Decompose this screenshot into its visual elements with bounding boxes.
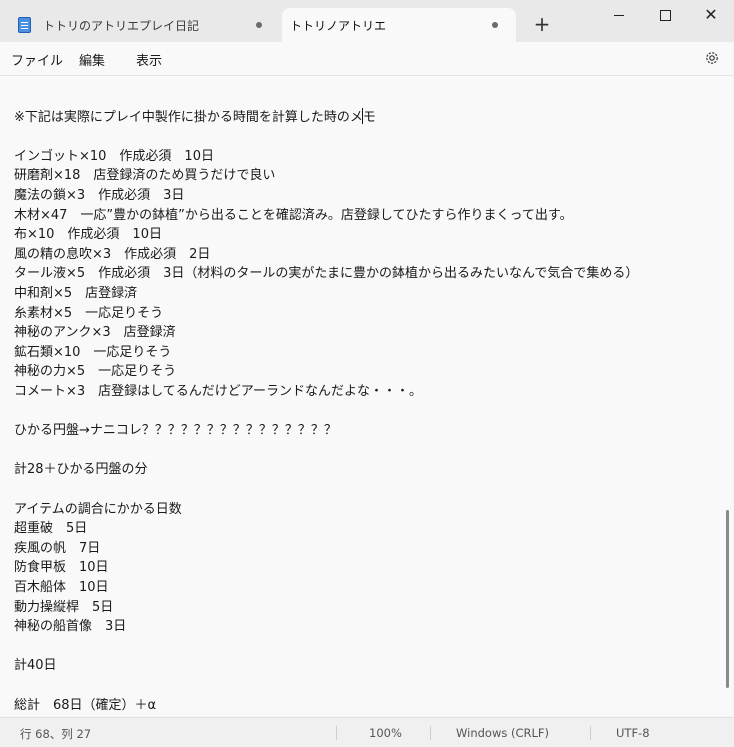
menu-file[interactable]: ファイル — [11, 50, 63, 69]
status-divider — [430, 726, 431, 740]
unsaved-indicator[interactable] — [492, 22, 498, 28]
maximize-button[interactable] — [642, 0, 688, 30]
close-icon: ✕ — [704, 5, 718, 24]
text-line: 超重破 5日 — [14, 521, 88, 537]
tab-atelier[interactable]: トトリノアトリエ — [282, 8, 516, 42]
text-line: 糸素材×5 一応足りそう — [14, 305, 164, 321]
menu-view[interactable]: 表示 — [136, 50, 162, 69]
text-line: 神秘の力×5 一応足りそう — [14, 364, 177, 380]
settings-button[interactable] — [704, 50, 720, 66]
title-bar: トトリのアトリエプレイ日記 トトリノアトリエ + ✕ — [0, 0, 734, 42]
close-button[interactable]: ✕ — [688, 0, 734, 30]
text-line: 防食甲板 10日 — [14, 560, 109, 576]
text-line: 計28＋ひかる円盤の分 — [14, 462, 148, 478]
text-editor[interactable]: ※下記は実際にプレイ中製作に掛かる時間を計算した時のメモ インゴット×10 作成必… — [0, 76, 734, 716]
menu-edit[interactable]: 編集 — [79, 50, 105, 69]
status-divider — [590, 726, 591, 740]
text-line: 計40日 — [14, 658, 57, 674]
text-line: 風の精の息吹×3 作成必須 2日 — [14, 246, 211, 262]
cursor-position: 行 68、列 27 — [20, 727, 92, 741]
zoom-level[interactable]: 100% — [369, 726, 402, 740]
text-line: 神秘の船首像 3日 — [14, 619, 127, 635]
minimize-icon — [614, 14, 624, 16]
text-line: アイテムの調合にかかる日数 — [14, 501, 182, 517]
text-line: 総計 68日（確定）＋α — [14, 697, 157, 713]
tab-title: トトリのアトリエプレイ日記 — [43, 18, 200, 33]
text-line: 疾風の帆 7日 — [14, 540, 101, 556]
text-line: 鉱石類×10 一応足りそう — [14, 344, 172, 360]
maximize-icon — [659, 9, 671, 21]
unsaved-indicator[interactable] — [256, 22, 262, 28]
encoding[interactable]: UTF-8 — [616, 726, 650, 740]
text-line: 研磨剤×18 店登録済のため買うだけで良い — [14, 168, 276, 184]
gear-icon — [706, 52, 718, 64]
text-line: 魔法の鎖×3 作成必須 3日 — [14, 188, 185, 203]
text-line: ※下記は実際にプレイ中製作に掛かる時間を計算した時のメモ — [14, 109, 376, 125]
text-line: 木材×47 一応”豊かの鉢植”から出ることを確認済み。店登録してひたすら作りまく… — [14, 207, 573, 223]
line-ending[interactable]: Windows (CRLF) — [456, 726, 549, 740]
tab-diary[interactable]: トトリのアトリエプレイ日記 — [6, 8, 276, 42]
text-line: ひかる円盤→ナニコレ？？？？？？？？？？？？？？？ — [14, 423, 337, 439]
status-bar: 行 68、列 27 100% Windows (CRLF) UTF-8 — [0, 717, 734, 747]
menu-bar: ファイル 編集 表示 — [0, 42, 734, 76]
text-line: 中和剤×5 店登録済 — [14, 286, 138, 301]
tab-title: トトリノアトリエ — [290, 18, 387, 33]
text-line: 動力操縦桿 5日 — [14, 599, 114, 615]
text-line: タール液×5 作成必須 3日（材料のタールの実がたまに豊かの鉢植から出るみたいな… — [14, 266, 639, 282]
new-tab-button[interactable]: + — [532, 14, 552, 34]
text-line: 神秘のアンク×3 店登録済 — [14, 325, 176, 341]
vertical-scrollbar[interactable] — [726, 510, 729, 688]
minimize-button[interactable] — [596, 0, 642, 30]
text-line: コメート×3 店登録はしてるんだけどアーランドなんだよな・・・。 — [14, 384, 422, 399]
text-caret — [362, 108, 363, 124]
notepad-icon — [18, 17, 31, 33]
text-line: 百木船体 10日 — [14, 580, 109, 595]
status-divider — [336, 726, 337, 740]
text-line: 布×10 作成必須 10日 — [14, 227, 162, 243]
text-line: インゴット×10 作成必須 10日 — [14, 148, 214, 164]
